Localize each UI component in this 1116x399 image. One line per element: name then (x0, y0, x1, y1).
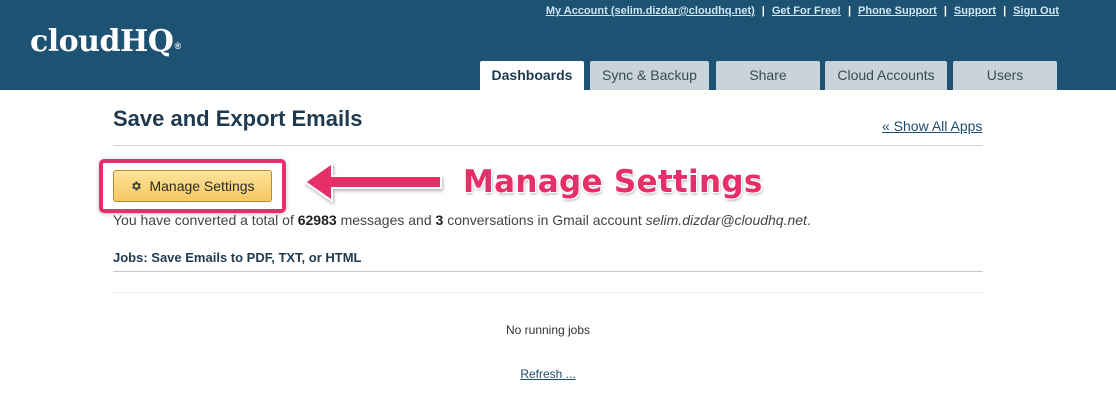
messages-count: 62983 (297, 212, 337, 228)
registered-mark: ® (174, 41, 181, 51)
link-separator: | (761, 5, 765, 17)
refresh-link[interactable]: Refresh ... (520, 367, 575, 381)
conversations-count: 3 (435, 212, 444, 228)
page-title: Save and Export Emails (113, 106, 363, 131)
top-header: cloudHQ® My Account (selim.dizdar@cloudh… (0, 0, 1116, 90)
tab-dashboards[interactable]: Dashboards (480, 61, 584, 90)
top-links: My Account (selim.dizdar@cloudhq.net) | Ge… (546, 5, 1059, 17)
support-link[interactable]: Support (954, 5, 996, 17)
gmail-account: selim.dizdar@cloudhq.net (645, 212, 807, 228)
title-divider (113, 145, 983, 146)
tab-sync-backup[interactable]: Sync & Backup (590, 61, 709, 90)
tab-share[interactable]: Share (716, 61, 820, 90)
jobs-divider (113, 271, 983, 272)
manage-settings-button[interactable]: Manage Settings (113, 170, 272, 202)
arrow-left-icon (303, 161, 442, 203)
refresh-container: Refresh ... (113, 367, 983, 381)
conversion-summary: You have converted a total of 62983 mess… (113, 212, 811, 228)
cloudhq-logo[interactable]: cloudHQ® (30, 24, 181, 60)
callout-label: Manage Settings (463, 164, 763, 200)
jobs-heading: Jobs: Save Emails to PDF, TXT, or HTML (113, 250, 362, 265)
no-running-jobs-text: No running jobs (505, 323, 591, 337)
phone-support-link[interactable]: Phone Support (858, 5, 937, 17)
link-separator: | (1003, 5, 1007, 17)
get-for-free-link[interactable]: Get For Free! (772, 5, 841, 17)
my-account-link[interactable]: My Account (selim.dizdar@cloudhq.net) (546, 5, 755, 17)
show-all-apps-link[interactable]: « Show All Apps (882, 118, 982, 134)
sign-out-link[interactable]: Sign Out (1013, 5, 1059, 17)
gear-icon (132, 181, 142, 191)
jobs-divider-light (113, 292, 983, 293)
tab-users[interactable]: Users (953, 61, 1057, 90)
link-separator: | (943, 5, 947, 17)
tab-cloud-accounts[interactable]: Cloud Accounts (825, 61, 947, 90)
link-separator: | (847, 5, 852, 17)
manage-settings-label: Manage Settings (149, 178, 255, 194)
